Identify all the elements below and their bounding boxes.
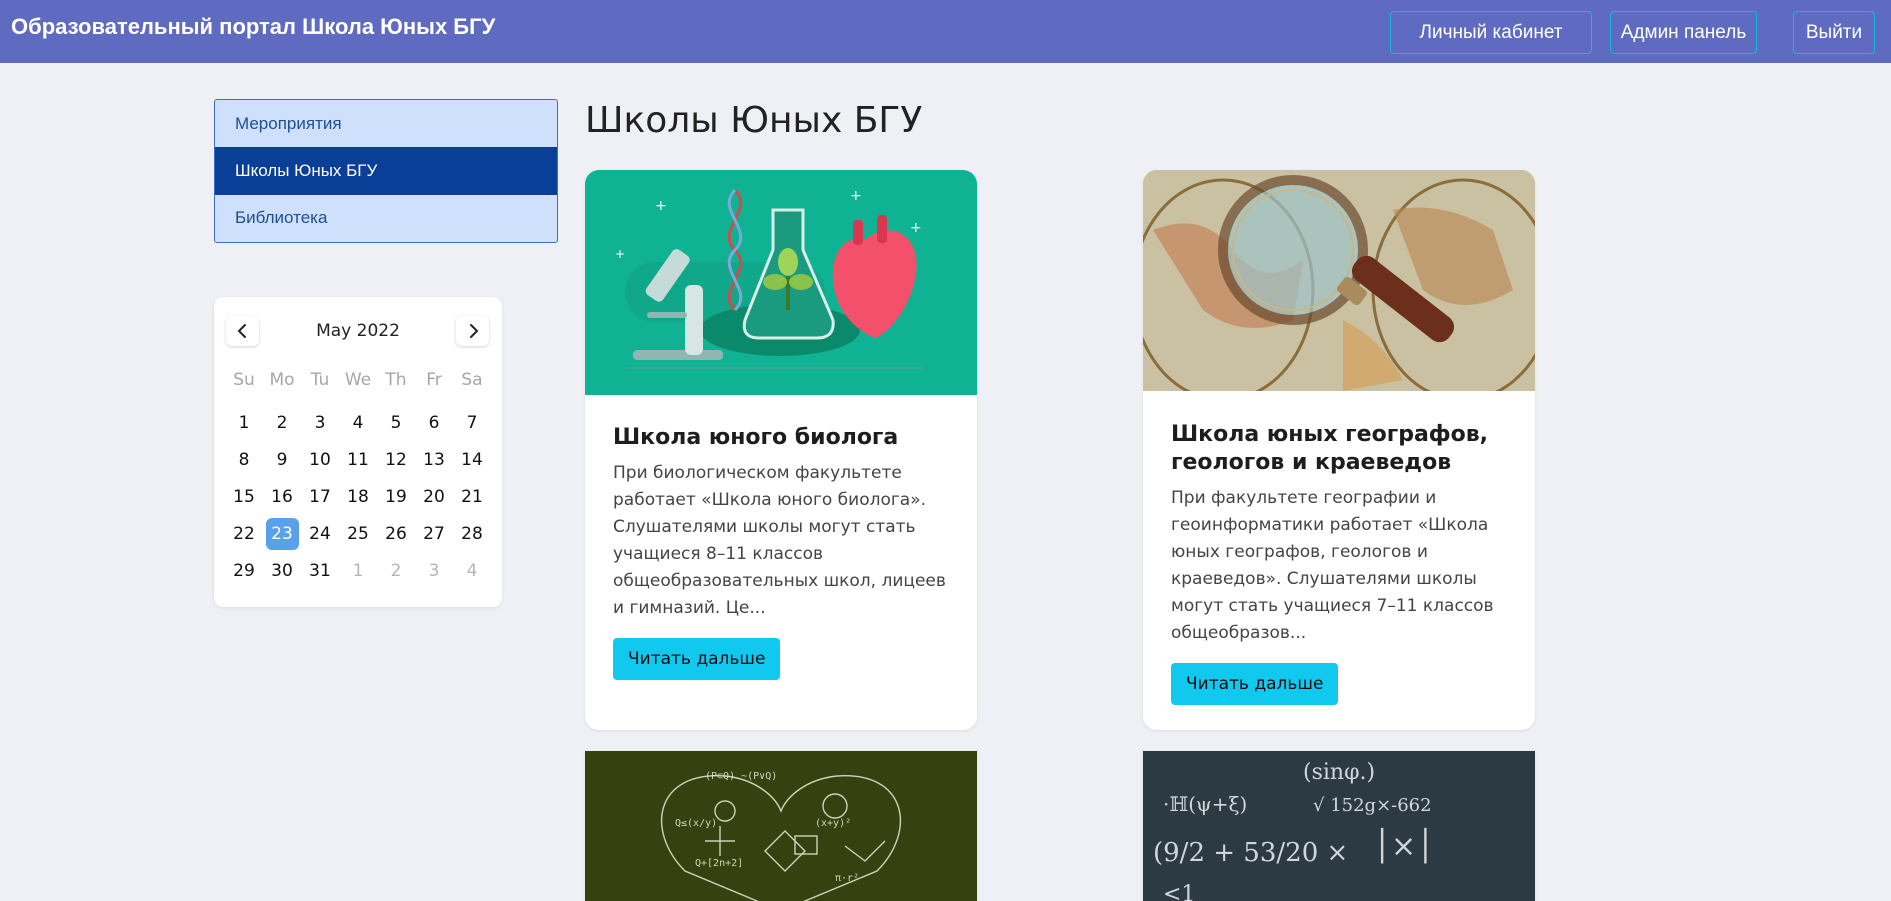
svg-text:│×│: │×│ xyxy=(1373,827,1434,864)
calendar-day[interactable]: 24 xyxy=(301,515,339,552)
school-card-geography: Школа юных географов, геологов и краевед… xyxy=(1143,170,1535,730)
logout-button[interactable]: Выйти xyxy=(1793,11,1875,54)
calendar-day[interactable]: 27 xyxy=(415,515,453,552)
calendar-day[interactable]: 31 xyxy=(301,552,339,589)
calendar-day[interactable]: 30 xyxy=(263,552,301,589)
weekday-label: Th xyxy=(385,369,407,390)
top-navbar: Образовательный портал Школа Юных БГУ Ли… xyxy=(0,0,1891,63)
card-body: Школа юного биолога При биологическом фа… xyxy=(585,395,977,680)
svg-text:+: + xyxy=(910,220,922,236)
calendar-day[interactable]: 9 xyxy=(263,441,301,478)
calendar-day[interactable]: 22 xyxy=(225,515,263,552)
calendar-day[interactable]: 12 xyxy=(377,441,415,478)
svg-text:+: + xyxy=(615,247,625,261)
calendar-day[interactable]: 29 xyxy=(225,552,263,589)
calendar-day[interactable]: 14 xyxy=(453,441,491,478)
calendar-month-label: May 2022 xyxy=(316,321,400,341)
calendar-day[interactable]: 21 xyxy=(453,478,491,515)
next-month-button[interactable] xyxy=(456,316,489,346)
weekday-label: Su xyxy=(233,369,255,390)
admin-panel-button[interactable]: Админ панель xyxy=(1610,11,1757,54)
calendar-day[interactable]: 25 xyxy=(339,515,377,552)
map-magnifier-photo xyxy=(1143,170,1535,391)
card-title: Школа юных географов, геологов и краевед… xyxy=(1171,422,1489,475)
svg-text:+: + xyxy=(850,188,862,204)
school-card-biology: + + + + Школа юного биолога При биологич… xyxy=(585,170,977,730)
calendar-day[interactable]: 16 xyxy=(263,478,301,515)
calendar-day[interactable]: 26 xyxy=(377,515,415,552)
calendar-day-next-month[interactable]: 2 xyxy=(377,552,415,589)
sidebar-item-schools[interactable]: Школы Юных БГУ xyxy=(215,147,557,195)
calendar-day-next-month[interactable]: 3 xyxy=(415,552,453,589)
read-more-button[interactable]: Читать дальше xyxy=(613,638,781,680)
card-description: При биологическом факультете работает «Ш… xyxy=(613,463,946,618)
calendar-day[interactable]: 7 xyxy=(453,404,491,441)
biology-illustration: + + + + xyxy=(585,170,977,395)
weekday-label: We xyxy=(344,369,372,390)
calendar-day[interactable]: 5 xyxy=(377,404,415,441)
calendar-day[interactable]: 3 xyxy=(301,404,339,441)
chevron-left-icon xyxy=(237,324,246,338)
school-card-chalkboard: (P⊂Q) ~(P∨Q) Q≤(x/y) (x+y)² Q+[2n+2] π·r… xyxy=(585,751,977,901)
personal-account-button[interactable]: Личный кабинет xyxy=(1390,11,1592,54)
calendar-day[interactable]: 15 xyxy=(225,478,263,515)
selected-day-label: 23 xyxy=(265,517,299,550)
calendar-day[interactable]: 8 xyxy=(225,441,263,478)
read-more-button[interactable]: Читать дальше xyxy=(1171,663,1339,705)
svg-text:Q+[2n+2]: Q+[2n+2] xyxy=(695,858,743,869)
calendar-day-next-month[interactable]: 1 xyxy=(339,552,377,589)
prev-month-button[interactable] xyxy=(226,316,259,346)
calendar-day[interactable]: 6 xyxy=(415,404,453,441)
svg-text:π·r²: π·r² xyxy=(835,873,859,884)
brand-title[interactable]: Образовательный портал Школа Юных БГУ xyxy=(11,14,495,40)
weekday-label: Mo xyxy=(269,369,295,390)
svg-text:+: + xyxy=(655,198,667,214)
chevron-right-icon xyxy=(469,324,478,338)
calendar-day[interactable]: 20 xyxy=(415,478,453,515)
card-description: При факультете географии и геоинформатик… xyxy=(1171,488,1494,643)
sidebar-menu: Мероприятия Школы Юных БГУ Библиотека xyxy=(214,99,558,243)
chalkboard-formulas-image: (P⊂Q) ~(P∨Q) Q≤(x/y) (x+y)² Q+[2n+2] π·r… xyxy=(585,751,977,901)
svg-text:(P⊂Q) ~(P∨Q): (P⊂Q) ~(P∨Q) xyxy=(705,771,777,782)
weekday-label: Fr xyxy=(426,369,442,390)
calendar-day[interactable]: 4 xyxy=(339,404,377,441)
weekday-label: Sa xyxy=(461,369,483,390)
svg-text:(9/2 + 53/20 ×: (9/2 + 53/20 × xyxy=(1153,838,1348,868)
svg-text:Q≤(x/y): Q≤(x/y) xyxy=(675,818,717,829)
svg-text:(x+y)²: (x+y)² xyxy=(815,818,851,829)
svg-text:√ 152g×-662: √ 152g×-662 xyxy=(1313,795,1432,816)
page-title: Школы Юных БГУ xyxy=(585,100,923,141)
card-body: Школа юных географов, геологов и краевед… xyxy=(1143,391,1535,705)
card-title: Школа юного биолога xyxy=(613,425,899,450)
calendar-day[interactable]: 17 xyxy=(301,478,339,515)
calendar-day[interactable]: 11 xyxy=(339,441,377,478)
calendar-day[interactable]: 19 xyxy=(377,478,415,515)
chalk-math-image: (sinφ.) ·ℍ(ψ+ξ) √ 152g×-662 (9/2 + 53/20… xyxy=(1143,751,1535,901)
calendar-day-next-month[interactable]: 4 xyxy=(453,552,491,589)
school-card-math: (sinφ.) ·ℍ(ψ+ξ) √ 152g×-662 (9/2 + 53/20… xyxy=(1143,751,1535,901)
svg-text:(sinφ.): (sinφ.) xyxy=(1303,760,1375,785)
sidebar-item-library[interactable]: Библиотека xyxy=(215,195,557,242)
svg-text:·ℍ(ψ+ξ): ·ℍ(ψ+ξ) xyxy=(1163,792,1247,816)
calendar-day[interactable]: 10 xyxy=(301,441,339,478)
calendar-day[interactable]: 28 xyxy=(453,515,491,552)
calendar-day[interactable]: 1 xyxy=(225,404,263,441)
sidebar-item-events[interactable]: Мероприятия xyxy=(215,100,557,147)
calendar-widget: May 2022 Su Mo Tu We Th Fr Sa 1 2 3 4 5 … xyxy=(214,297,502,607)
calendar-grid: Su Mo Tu We Th Fr Sa 1 2 3 4 5 6 7 8 9 1… xyxy=(225,361,491,589)
calendar-day-selected[interactable]: 23 xyxy=(263,515,301,552)
weekday-label: Tu xyxy=(310,369,330,390)
calendar-day[interactable]: 2 xyxy=(263,404,301,441)
svg-text:<1: <1 xyxy=(1163,882,1195,901)
calendar-day[interactable]: 13 xyxy=(415,441,453,478)
calendar-day[interactable]: 18 xyxy=(339,478,377,515)
